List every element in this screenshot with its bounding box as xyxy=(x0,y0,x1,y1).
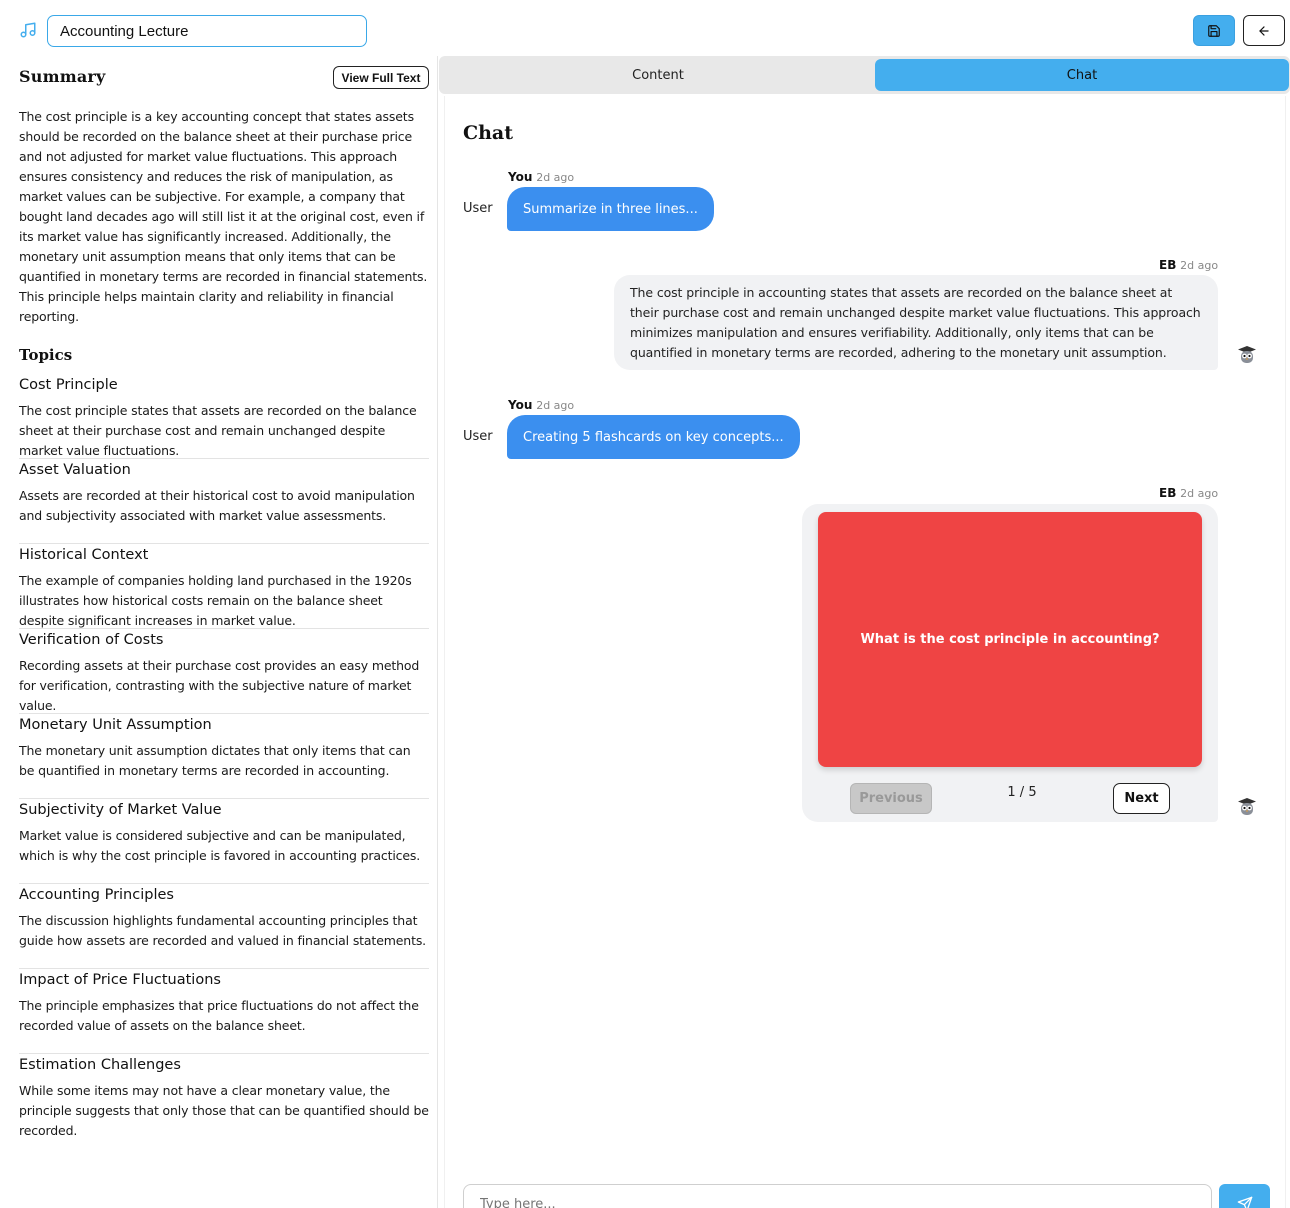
flashcard[interactable]: What is the cost principle in accounting… xyxy=(818,512,1202,767)
topic-title: Asset Valuation xyxy=(19,462,131,478)
music-note-icon xyxy=(20,22,36,38)
title-input[interactable] xyxy=(47,15,367,47)
topic-item: Estimation Challenges While some items m… xyxy=(19,1054,429,1139)
message-author: EB xyxy=(1159,258,1177,272)
topic-item: Cost Principle The cost principle states… xyxy=(19,374,429,459)
message-meta: EB 2d ago xyxy=(1159,486,1218,500)
message-author: EB xyxy=(1159,486,1177,500)
chat-input[interactable] xyxy=(463,1184,1212,1208)
topics-heading: Topics xyxy=(19,346,73,364)
flashcard-question: What is the cost principle in accounting… xyxy=(860,632,1160,647)
message-author: You xyxy=(508,398,533,412)
summary-text: The cost principle is a key accounting c… xyxy=(19,109,428,324)
owl-graduate-icon xyxy=(1238,346,1256,363)
arrow-left-icon xyxy=(1259,25,1269,36)
tab-chat[interactable]: Chat xyxy=(875,59,1289,91)
message-meta: You 2d ago xyxy=(508,398,574,412)
topic-description: Assets are recorded at their historical … xyxy=(19,488,415,523)
topic-title: Accounting Principles xyxy=(19,887,174,903)
topic-title: Subjectivity of Market Value xyxy=(19,802,222,818)
flashcard-message: What is the cost principle in accounting… xyxy=(802,504,1218,822)
message-time: 2d ago xyxy=(1180,259,1219,272)
view-full-text-button[interactable]: View Full Text xyxy=(333,66,429,89)
chat-panel: Chat You 2d ago User Summarize in three … xyxy=(444,96,1286,1208)
user-avatar-label: User xyxy=(463,201,493,216)
owl-graduate-icon xyxy=(1238,798,1256,815)
flashcard-counter: 1 / 5 xyxy=(1007,785,1037,800)
topic-description: The monetary unit assumption dictates th… xyxy=(19,743,411,778)
view-tabs: Content Chat xyxy=(439,56,1290,94)
topic-item: Impact of Price Fluctuations The princip… xyxy=(19,969,429,1054)
topic-title: Verification of Costs xyxy=(19,632,164,648)
topic-title: Estimation Challenges xyxy=(19,1057,181,1073)
topic-description: Market value is considered subjective an… xyxy=(19,828,421,863)
topic-item: Verification of Costs Recording assets a… xyxy=(19,629,429,714)
message-time: 2d ago xyxy=(1180,487,1219,500)
send-button[interactable] xyxy=(1219,1184,1270,1208)
user-message-bubble: Summarize in three lines... xyxy=(507,187,714,231)
topic-item: Monetary Unit Assumption The monetary un… xyxy=(19,714,429,799)
summary-heading: Summary xyxy=(19,67,106,86)
user-message-bubble: Creating 5 flashcards on key concepts... xyxy=(507,415,800,459)
app-header xyxy=(0,0,1290,56)
topic-title: Cost Principle xyxy=(19,377,118,393)
topic-item: Accounting Principles The discussion hig… xyxy=(19,884,429,969)
message-author: You xyxy=(508,170,533,184)
topic-description: The principle emphasizes that price fluc… xyxy=(19,998,419,1033)
topic-item: Historical Context The example of compan… xyxy=(19,544,429,629)
chat-heading: Chat xyxy=(463,122,514,144)
topic-description: The example of companies holding land pu… xyxy=(19,573,412,628)
message-meta: You 2d ago xyxy=(508,170,574,184)
save-icon xyxy=(1208,24,1220,37)
save-button[interactable] xyxy=(1193,15,1235,46)
bot-message-bubble: The cost principle in accounting states … xyxy=(614,275,1218,370)
message-time: 2d ago xyxy=(536,399,575,412)
back-button[interactable] xyxy=(1243,15,1285,46)
message-time: 2d ago xyxy=(536,171,575,184)
summary-panel: Summary View Full Text The cost principl… xyxy=(0,56,438,1208)
topics-list: Cost Principle The cost principle states… xyxy=(19,374,429,1139)
tab-content[interactable]: Content xyxy=(442,59,874,91)
topic-item: Asset Valuation Assets are recorded at t… xyxy=(19,459,429,544)
topic-description: The discussion highlights fundamental ac… xyxy=(19,913,427,948)
next-button[interactable]: Next xyxy=(1113,783,1170,814)
user-avatar-label: User xyxy=(463,429,493,444)
topic-description: Recording assets at their purchase cost … xyxy=(19,658,420,713)
topic-item: Subjectivity of Market Value Market valu… xyxy=(19,799,429,884)
topic-title: Impact of Price Fluctuations xyxy=(19,972,221,988)
message-meta: EB 2d ago xyxy=(1159,258,1218,272)
topic-description: The cost principle states that assets ar… xyxy=(19,403,417,458)
topic-title: Historical Context xyxy=(19,547,149,563)
previous-button[interactable]: Previous xyxy=(850,783,932,814)
send-icon xyxy=(1237,1196,1252,1208)
topic-description: While some items may not have a clear mo… xyxy=(19,1083,429,1138)
topic-title: Monetary Unit Assumption xyxy=(19,717,212,733)
